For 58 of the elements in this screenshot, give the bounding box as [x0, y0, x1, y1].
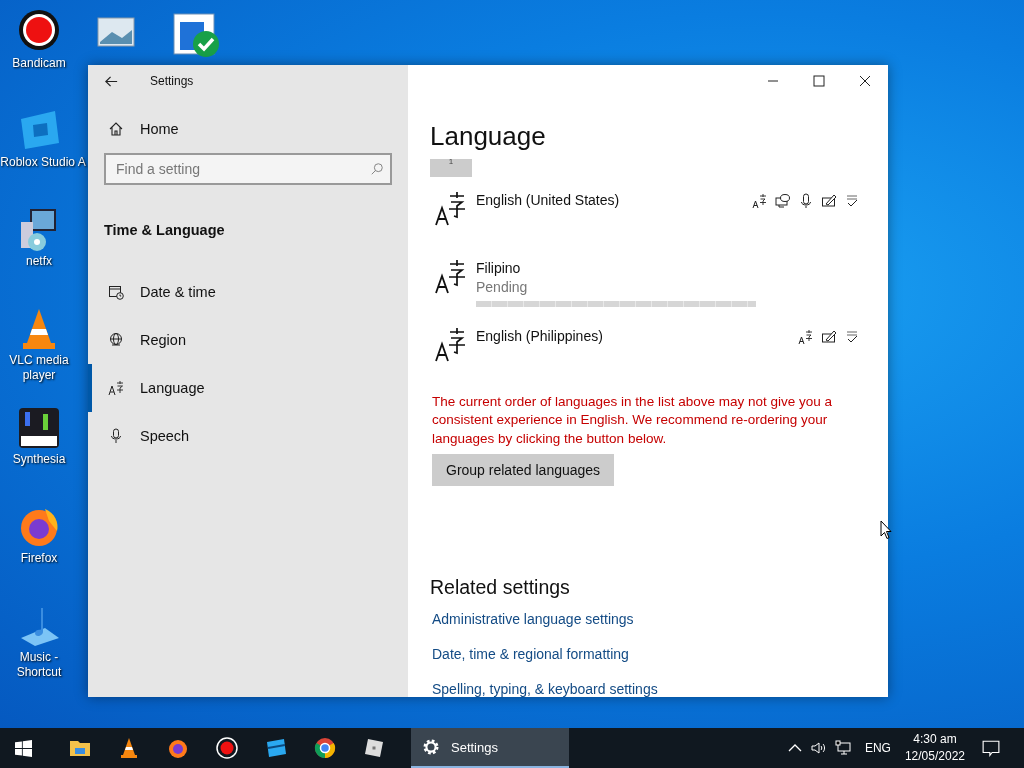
speech-bubble-icon	[775, 192, 791, 209]
network-icon[interactable]	[834, 740, 851, 756]
installed-language-row[interactable]: Filipino Pending	[430, 244, 860, 313]
search-icon	[370, 162, 384, 176]
language-name: English (United States)	[476, 190, 621, 209]
sidebar-item[interactable]: Speech	[88, 412, 408, 460]
microphone-icon	[108, 428, 124, 444]
icon-label: Firefox	[19, 551, 59, 566]
chrome-icon[interactable]	[313, 736, 337, 760]
installed-language-row[interactable]: English (United States)	[430, 176, 860, 245]
input-language-indicator[interactable]: ENG	[864, 741, 891, 755]
sidebar-item[interactable]: Region	[88, 316, 408, 364]
monitor-check-icon[interactable]	[172, 12, 220, 60]
settings-link[interactable]: Spelling, typing, & keyboard settings	[432, 681, 658, 697]
icon-label: Synthesia	[11, 452, 67, 467]
clock-time[interactable]: 4:30 am	[913, 731, 957, 748]
start-button[interactable]	[15, 739, 32, 757]
home-nav-item[interactable]: Home	[88, 105, 408, 153]
record-icon[interactable]	[215, 736, 239, 760]
search-field[interactable]: Find a setting	[104, 153, 392, 185]
check-icon	[844, 192, 860, 209]
language-icon	[434, 326, 466, 363]
language-icon	[752, 192, 768, 209]
installed-language-row[interactable]: English (Philippines)	[430, 312, 860, 383]
clock-date[interactable]: 12/05/2022	[904, 748, 965, 765]
language-icon	[798, 328, 814, 345]
pen-icon	[821, 328, 837, 345]
icon-label: VLC media player	[8, 353, 70, 383]
volume-icon[interactable]	[810, 740, 827, 756]
settings-link[interactable]: Date, time & regional formatting	[432, 646, 629, 662]
home-icon	[108, 121, 124, 137]
settings-link[interactable]: Administrative language settings	[432, 611, 634, 627]
language-status: Pending	[476, 277, 529, 297]
sidebar-item[interactable]: Date & time	[88, 268, 408, 316]
language-icon	[434, 258, 466, 295]
icon-label: Music - Shortcut	[15, 650, 63, 680]
pen-icon	[821, 192, 837, 209]
window-title: Settings	[150, 74, 194, 88]
move-up-button[interactable]: 1	[430, 158, 472, 177]
language-name: Filipino	[476, 258, 522, 277]
settings-taskbar-button[interactable]: Settings	[411, 728, 569, 768]
settings-icon	[421, 737, 441, 757]
section-heading: Time & Language	[103, 221, 226, 240]
language-name: English (Philippines)	[476, 326, 604, 345]
language-icon	[108, 380, 124, 396]
icon-label: Roblox Studio A	[0, 155, 86, 170]
section-heading: Related settings	[430, 576, 570, 599]
calendar-clock-icon	[108, 284, 124, 300]
icon-label: netfx	[25, 254, 53, 269]
check-icon	[844, 328, 860, 345]
globe-icon	[108, 332, 124, 348]
microphone-icon	[798, 192, 814, 209]
notification-icon[interactable]	[982, 739, 1000, 757]
page-title: Language	[429, 120, 547, 153]
language-icon	[434, 190, 466, 227]
warning-message: The current order of languages in the list above may not give you a consistent experience in English. We recommend re-ordering your languages by clicking the button below.	[432, 392, 833, 448]
group-languages-button[interactable]: Group related languages	[432, 454, 615, 486]
icon-label: Bandicam	[11, 56, 67, 71]
